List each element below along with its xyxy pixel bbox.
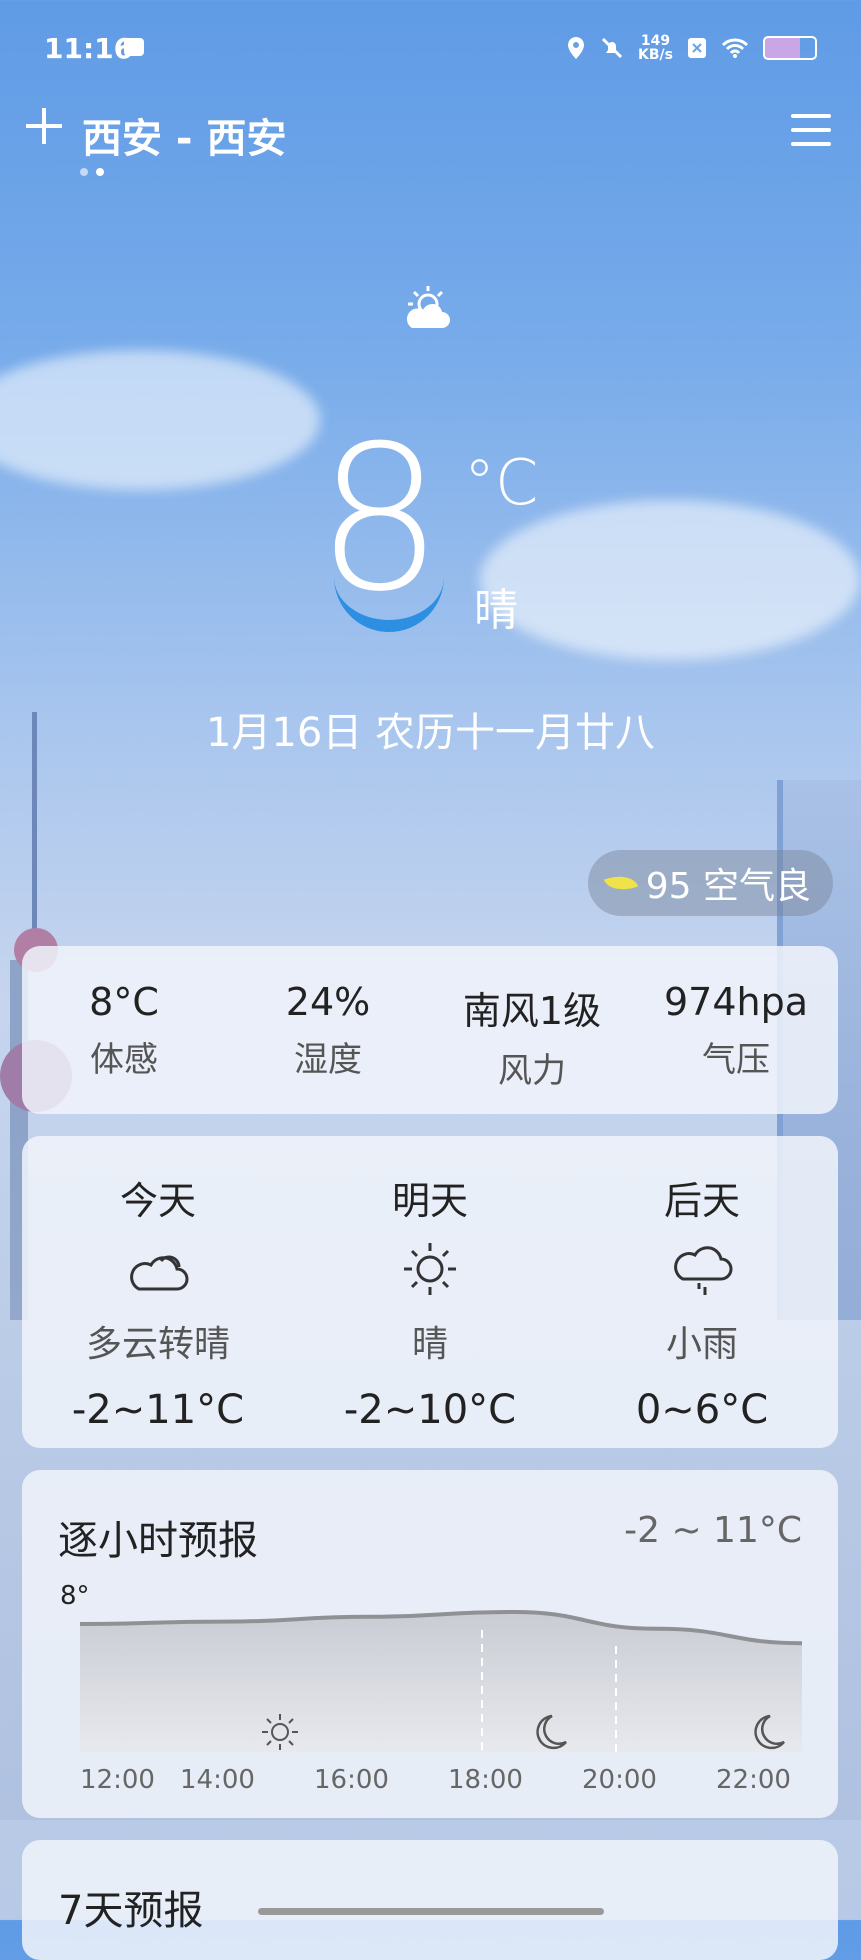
detail-label: 气压	[702, 1040, 770, 1080]
time-label: 18:00	[448, 1765, 523, 1795]
partly-sunny-icon	[406, 286, 450, 328]
battery-icon	[763, 36, 817, 60]
detail-value: 南风1级	[462, 989, 602, 1033]
detail-label: 体感	[90, 1040, 158, 1080]
detail-value: 974hpa	[663, 980, 809, 1024]
detail-wind: 南风1级 风力	[430, 946, 634, 1114]
seven-day-title: 7天预报	[58, 1888, 204, 1934]
background-cloud	[480, 500, 860, 660]
cloud-icon	[130, 1255, 189, 1291]
chart-first-label: 8°	[60, 1581, 90, 1611]
day-name: 明天	[391, 1179, 468, 1223]
current-temperature: 8	[316, 403, 444, 636]
current-date: 1月16日 农历十一月廿八	[205, 710, 656, 756]
day-condition: 晴	[411, 1324, 448, 1365]
page-dot	[80, 168, 88, 176]
day-temp-range: 0~6°C	[635, 1387, 769, 1433]
three-day-card[interactable]: 今天 多云转晴 -2~11°C 明天 晴 -2~10°C 后天 小雨 0~6°C	[22, 1136, 838, 1448]
background-cloud	[0, 350, 320, 490]
leaf-icon	[603, 869, 638, 897]
add-city-button[interactable]	[24, 106, 64, 146]
detail-pressure: 974hpa 气压	[634, 946, 838, 1114]
detail-label: 风力	[498, 1051, 566, 1091]
time-axis: 12:00 14:00 16:00 18:00 20:00 22:00	[80, 1765, 791, 1795]
day-name: 后天	[663, 1179, 740, 1223]
weather-details-card: 8°C 体感 24% 湿度 南风1级 风力 974hpa 气压	[22, 946, 838, 1114]
status-bar: 11:16 149 KB/s	[0, 0, 861, 100]
temperature-area	[80, 1612, 802, 1752]
detail-value: 24%	[285, 980, 371, 1024]
hourly-forecast-card[interactable]: 逐小时预报 -2 ~ 11°C 8° 12:00 14:00 16:00 18:…	[22, 1470, 838, 1818]
message-icon	[124, 38, 144, 56]
menu-button[interactable]	[791, 114, 831, 146]
detail-label: 湿度	[294, 1040, 362, 1080]
sun-icon	[404, 1243, 456, 1295]
time-label: 12:00	[80, 1765, 155, 1795]
hourly-chart: 8° 12:00 14:00 16:00 18:00 20:00 22:00	[60, 1581, 803, 1795]
net-speed: 149 KB/s	[638, 34, 673, 62]
detail-humidity: 24% 湿度	[226, 946, 430, 1114]
mute-icon	[601, 37, 623, 59]
detail-feels-like: 8°C 体感	[22, 946, 226, 1114]
time-label: 20:00	[582, 1765, 657, 1795]
day-today[interactable]: 今天 多云转晴 -2~11°C	[22, 1136, 294, 1448]
status-icons: 149 KB/s	[566, 34, 817, 62]
time-label: 22:00	[716, 1765, 791, 1795]
time-label: 14:00	[180, 1765, 255, 1795]
time-label: 16:00	[314, 1765, 389, 1795]
page-dot-active	[96, 168, 104, 176]
day-temp-range: -2~10°C	[343, 1387, 517, 1433]
day-after-tomorrow[interactable]: 后天 小雨 0~6°C	[566, 1136, 838, 1448]
air-quality-label: 95 空气良	[645, 866, 811, 907]
current-condition: 晴	[474, 585, 518, 636]
seven-day-card[interactable]: 7天预报	[22, 1840, 838, 1960]
detail-value: 8°C	[89, 980, 159, 1024]
net-speed-unit: KB/s	[638, 47, 673, 63]
day-name: 今天	[119, 1179, 196, 1223]
air-quality-badge[interactable]: 95 空气良	[587, 850, 833, 916]
temperature-unit: °C	[464, 446, 539, 519]
status-time: 11:16	[44, 32, 134, 65]
city-title[interactable]: 西安 - 西安	[82, 106, 286, 164]
day-condition: 多云转晴	[85, 1324, 230, 1365]
home-indicator[interactable]	[258, 1908, 604, 1915]
day-temp-range: -2~11°C	[71, 1387, 245, 1433]
page-indicator	[80, 168, 104, 176]
wifi-icon	[721, 38, 749, 58]
day-condition: 小雨	[665, 1324, 738, 1365]
sim-icon	[688, 38, 706, 58]
net-speed-value: 149	[640, 33, 671, 49]
location-icon	[568, 37, 585, 59]
day-tomorrow[interactable]: 明天 晴 -2~10°C	[294, 1136, 566, 1448]
rain-icon	[674, 1246, 733, 1295]
